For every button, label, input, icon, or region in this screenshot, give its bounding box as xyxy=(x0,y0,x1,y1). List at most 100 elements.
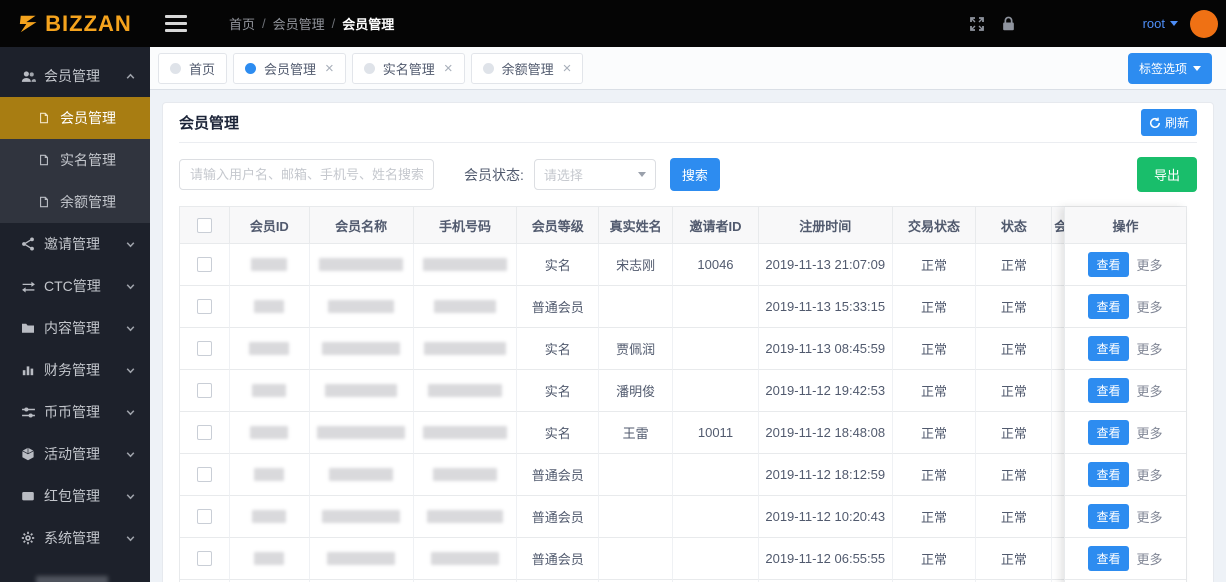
sidebar-item-红包管理[interactable]: 红包管理 xyxy=(0,475,150,517)
action-column-header: 操作 xyxy=(1065,207,1186,244)
column-header: 会员ID xyxy=(229,207,310,244)
breadcrumb-item[interactable]: 首页 xyxy=(229,14,255,33)
trade-status: 正常 xyxy=(892,244,977,286)
sidebar-item-活动管理[interactable]: 活动管理 xyxy=(0,433,150,475)
register-time: 2019-11-13 15:33:15 xyxy=(758,286,893,328)
tab-首页[interactable]: 首页 xyxy=(158,52,228,84)
member-id-redacted xyxy=(229,286,310,328)
export-button[interactable]: 导出 xyxy=(1136,157,1197,192)
refresh-button[interactable]: 刷新 xyxy=(1140,109,1197,136)
sidebar-subitem-余额管理[interactable]: 余额管理 xyxy=(0,181,150,223)
more-link[interactable]: 更多 xyxy=(1137,465,1163,484)
breadcrumb-item[interactable]: 会员管理 xyxy=(273,14,325,33)
phone-redacted xyxy=(413,412,518,454)
status: 正常 xyxy=(976,538,1053,580)
trade-status: 正常 xyxy=(892,538,977,580)
chevron-down-icon xyxy=(1193,65,1201,71)
member-id-redacted xyxy=(229,244,310,286)
tab-bar: 首页 会员管理 × 实名管理 × 余额管理 × 标签选项 xyxy=(150,47,1226,90)
row-checkbox[interactable] xyxy=(196,257,212,272)
chevron-down-icon xyxy=(125,533,136,544)
menu-toggle-icon[interactable] xyxy=(165,14,189,34)
status: 正常 xyxy=(976,370,1053,412)
member-level: 普通会员 xyxy=(517,496,600,538)
view-button[interactable]: 查看 xyxy=(1088,462,1129,487)
row-checkbox[interactable] xyxy=(196,551,212,566)
member-level: 实名 xyxy=(517,328,600,370)
sidebar-subitem-实名管理[interactable]: 实名管理 xyxy=(0,139,150,181)
sidebar-item-财务管理[interactable]: 财务管理 xyxy=(0,349,150,391)
inviter-id xyxy=(673,496,759,538)
status-select[interactable]: 请选择 xyxy=(533,159,656,190)
tab-close-icon[interactable]: × xyxy=(563,61,572,76)
tag-options-button[interactable]: 标签选项 xyxy=(1127,52,1212,84)
tab-实名管理[interactable]: 实名管理 × xyxy=(351,52,465,84)
more-link[interactable]: 更多 xyxy=(1137,339,1163,358)
tab-余额管理[interactable]: 余额管理 × xyxy=(470,52,584,84)
sidebar-item-clipped xyxy=(36,576,108,582)
user-menu[interactable]: root xyxy=(1143,16,1178,31)
sidebar-item-内容管理[interactable]: 内容管理 xyxy=(0,307,150,349)
chevron-down-icon xyxy=(637,172,646,177)
sidebar-item-CTC管理[interactable]: CTC管理 xyxy=(0,265,150,307)
breadcrumb-separator: / xyxy=(331,16,336,31)
real-name: 潘明俊 xyxy=(599,370,674,412)
view-button[interactable]: 查看 xyxy=(1088,378,1129,403)
more-link[interactable]: 更多 xyxy=(1137,423,1163,442)
checkbox-cell xyxy=(180,328,230,370)
tab-会员管理[interactable]: 会员管理 × xyxy=(233,52,346,84)
logo[interactable]: BIZZAN xyxy=(0,11,150,37)
row-checkbox[interactable] xyxy=(196,299,212,314)
member-level: 普通会员 xyxy=(517,538,600,580)
phone-redacted xyxy=(413,496,518,538)
row-checkbox[interactable] xyxy=(196,509,212,524)
table-row: 实名 宋志刚 10046 2019-11-13 21:07:09 正常 正常 xyxy=(180,244,1187,286)
member-name-redacted xyxy=(309,454,414,496)
chevron-down-icon xyxy=(125,491,136,502)
sidebar-item-币币管理[interactable]: 币币管理 xyxy=(0,391,150,433)
table-row: 普通会员 2019-11-12 06:55:55 正常 正常 xyxy=(180,538,1187,580)
row-checkbox[interactable] xyxy=(196,425,212,440)
tab-close-icon[interactable]: × xyxy=(444,61,453,76)
phone-redacted xyxy=(413,370,518,412)
member-id-redacted xyxy=(229,370,310,412)
avatar[interactable] xyxy=(1190,9,1218,38)
row-actions: 查看更多 xyxy=(1065,496,1186,538)
sidebar-subitem-会员管理[interactable]: 会员管理 xyxy=(0,97,150,139)
lock-icon[interactable] xyxy=(1000,15,1017,32)
tab-status-dot xyxy=(245,62,257,74)
view-button[interactable]: 查看 xyxy=(1088,546,1129,571)
status: 正常 xyxy=(976,286,1053,328)
column-header: 状态 xyxy=(976,207,1053,244)
content-area: 会员管理 刷新 会员状态: 请选择 搜索 导出 会员I xyxy=(150,90,1226,582)
fullscreen-icon[interactable] xyxy=(968,15,986,33)
row-checkbox[interactable] xyxy=(196,467,212,482)
more-link[interactable]: 更多 xyxy=(1137,297,1163,316)
sidebar-item-会员管理[interactable]: 会员管理 xyxy=(0,55,150,97)
member-level: 实名 xyxy=(517,412,600,454)
column-header: 手机号码 xyxy=(413,207,518,244)
row-checkbox[interactable] xyxy=(196,383,212,398)
view-button[interactable]: 查看 xyxy=(1088,420,1129,445)
view-button[interactable]: 查看 xyxy=(1088,252,1129,277)
sidebar-item-邀请管理[interactable]: 邀请管理 xyxy=(0,223,150,265)
more-link[interactable]: 更多 xyxy=(1137,381,1163,400)
tab-close-icon[interactable]: × xyxy=(325,61,334,76)
member-id-redacted xyxy=(229,328,310,370)
checkbox-cell xyxy=(180,538,230,580)
view-button[interactable]: 查看 xyxy=(1088,294,1129,319)
sidebar-item-系统管理[interactable]: 系统管理 xyxy=(0,517,150,559)
more-link[interactable]: 更多 xyxy=(1137,507,1163,526)
search-button[interactable]: 搜索 xyxy=(669,158,720,191)
view-button[interactable]: 查看 xyxy=(1088,504,1129,529)
select-all-checkbox[interactable] xyxy=(196,217,212,233)
row-checkbox[interactable] xyxy=(196,341,212,356)
checkbox-cell xyxy=(180,370,230,412)
more-link[interactable]: 更多 xyxy=(1137,255,1163,274)
search-input[interactable] xyxy=(179,159,434,190)
real-name: 王雷 xyxy=(599,412,674,454)
view-button[interactable]: 查看 xyxy=(1088,336,1129,361)
more-link[interactable]: 更多 xyxy=(1137,549,1163,568)
chevron-up-icon xyxy=(125,71,136,82)
row-actions: 查看更多 xyxy=(1065,286,1186,328)
